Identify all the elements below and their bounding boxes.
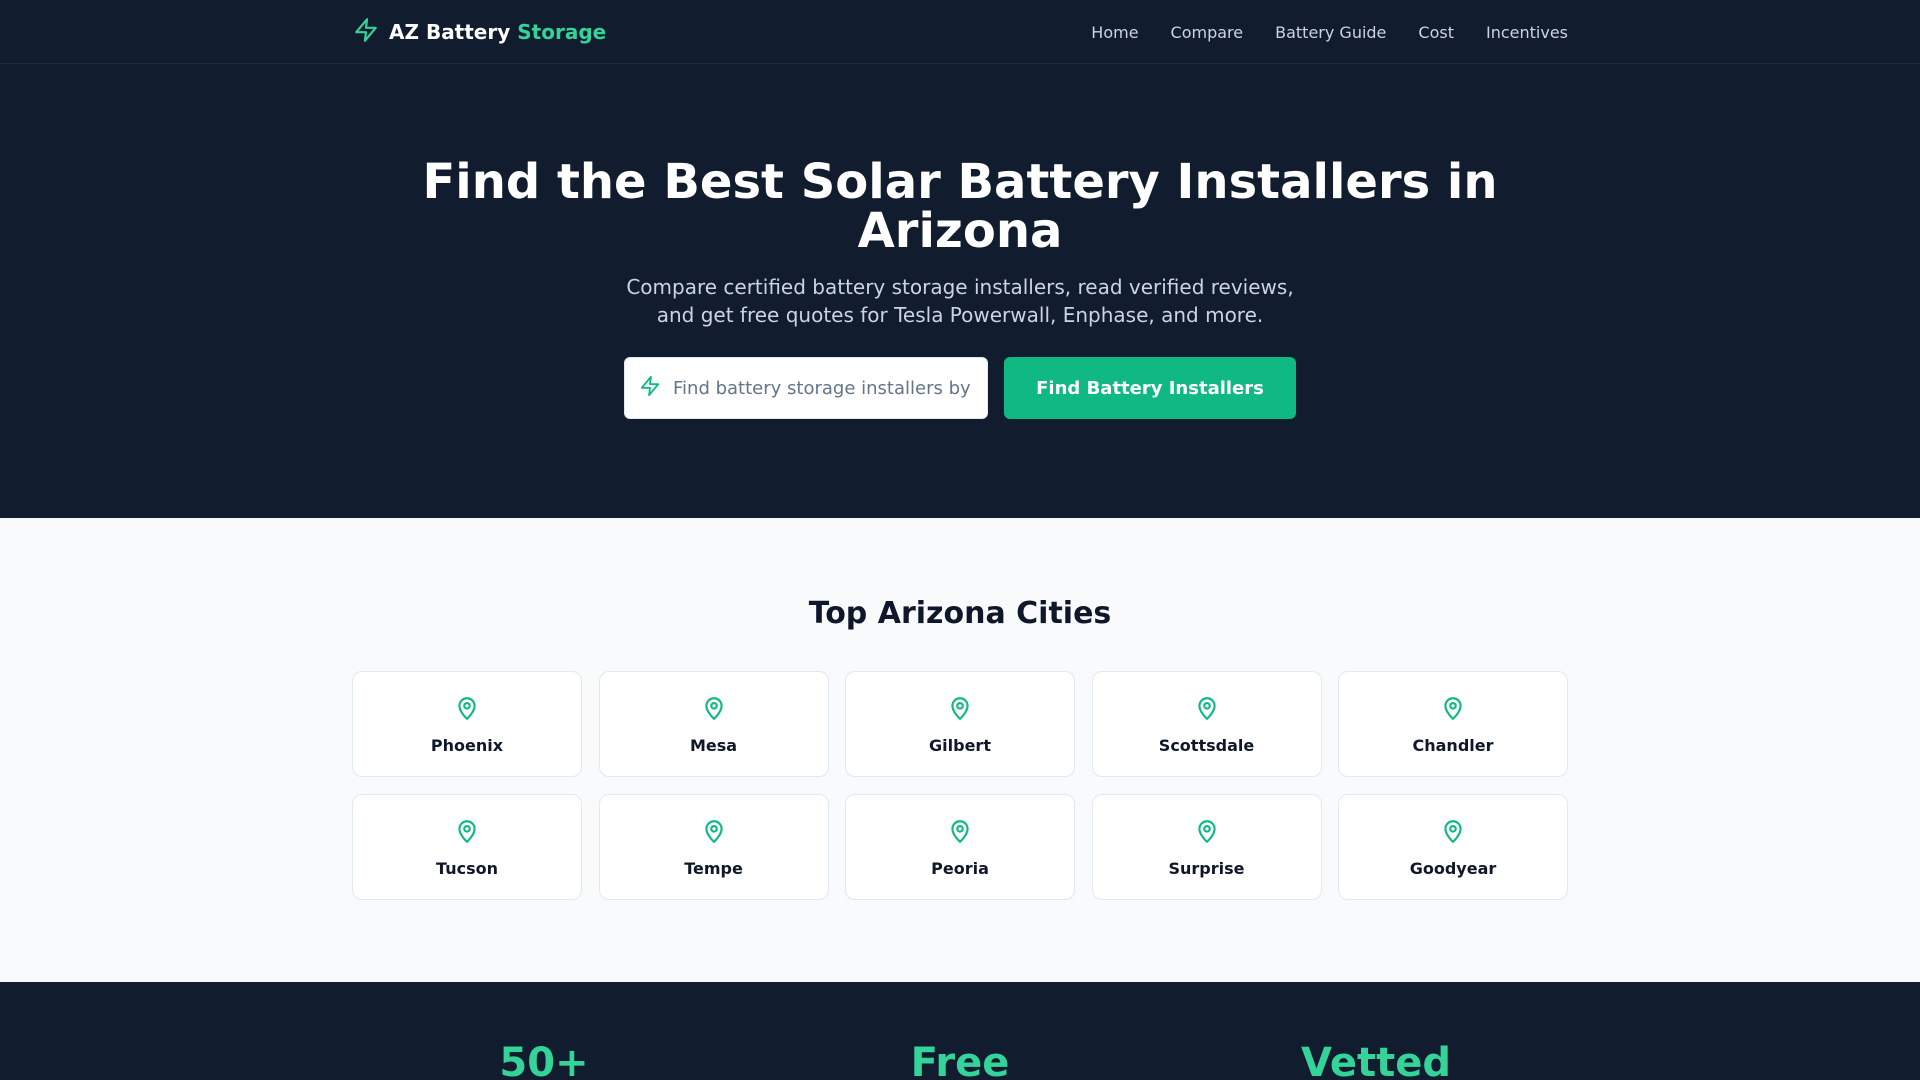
brand-name: AZ Battery bbox=[389, 20, 511, 44]
city-card-scottsdale[interactable]: Scottsdale bbox=[1091, 671, 1322, 777]
map-pin-icon bbox=[947, 817, 973, 849]
city-card-surprise[interactable]: Surprise bbox=[1091, 794, 1322, 900]
city-label: Goodyear bbox=[1409, 858, 1497, 878]
map-pin-icon bbox=[1194, 817, 1220, 849]
hero-subtitle: Compare certified battery storage instal… bbox=[626, 275, 1294, 327]
find-installers-button[interactable]: Find Battery Installers bbox=[1004, 357, 1296, 419]
search-box bbox=[624, 357, 988, 419]
map-pin-icon bbox=[454, 817, 480, 849]
brand-logo[interactable]: AZ Battery Storage bbox=[353, 15, 606, 50]
top-nav: AZ Battery Storage Home Compare Battery … bbox=[0, 0, 1920, 64]
nav-links: Home Compare Battery Guide Cost Incentiv… bbox=[1091, 23, 1568, 42]
bolt-icon bbox=[353, 15, 379, 50]
city-card-peoria[interactable]: Peoria bbox=[845, 794, 1075, 900]
city-card-tucson[interactable]: Tucson bbox=[352, 794, 582, 900]
stat-free: Free bbox=[910, 1040, 1010, 1080]
map-pin-icon bbox=[947, 694, 973, 726]
hero-title: Find the Best Solar Battery Installers i… bbox=[422, 154, 1498, 259]
cities-section: Top Arizona Cities Phoenix Mesa Gilbert … bbox=[0, 518, 1920, 982]
nav-link-compare[interactable]: Compare bbox=[1171, 23, 1244, 42]
city-label: Tucson bbox=[436, 858, 498, 878]
search-input[interactable] bbox=[673, 377, 973, 399]
nav-link-home[interactable]: Home bbox=[1091, 23, 1138, 42]
city-label: Surprise bbox=[1168, 858, 1245, 878]
city-label: Chandler bbox=[1412, 735, 1494, 755]
stats-section: 50+ Free Vetted bbox=[0, 982, 1920, 1080]
bolt-icon bbox=[639, 375, 661, 401]
city-label: Gilbert bbox=[929, 735, 991, 755]
city-card-tempe[interactable]: Tempe bbox=[598, 794, 829, 900]
city-label: Tempe bbox=[684, 858, 743, 878]
nav-inner: AZ Battery Storage Home Compare Battery … bbox=[353, 0, 1568, 64]
stat-vetted: Vetted bbox=[1301, 1040, 1451, 1080]
nav-link-battery-guide[interactable]: Battery Guide bbox=[1275, 23, 1386, 42]
map-pin-icon bbox=[1440, 694, 1466, 726]
map-pin-icon bbox=[701, 817, 727, 849]
city-label: Mesa bbox=[689, 735, 738, 755]
city-card-phoenix[interactable]: Phoenix bbox=[352, 671, 582, 777]
city-grid: Phoenix Mesa Gilbert Scottsdale Chandler… bbox=[352, 671, 1568, 900]
city-card-gilbert[interactable]: Gilbert bbox=[845, 671, 1075, 777]
map-pin-icon bbox=[454, 694, 480, 726]
city-card-chandler[interactable]: Chandler bbox=[1338, 671, 1568, 777]
brand-accent: Storage bbox=[517, 20, 607, 44]
cities-heading: Top Arizona Cities bbox=[808, 596, 1112, 631]
search-row: Find Battery Installers bbox=[0, 357, 1920, 419]
city-label: Peoria bbox=[931, 858, 989, 878]
city-card-goodyear[interactable]: Goodyear bbox=[1338, 794, 1568, 900]
city-card-mesa[interactable]: Mesa bbox=[598, 671, 829, 777]
nav-link-cost[interactable]: Cost bbox=[1418, 23, 1454, 42]
map-pin-icon bbox=[1194, 694, 1220, 726]
city-label: Phoenix bbox=[430, 735, 504, 755]
map-pin-icon bbox=[1440, 817, 1466, 849]
city-label: Scottsdale bbox=[1158, 735, 1255, 755]
stat-installers: 50+ bbox=[499, 1040, 589, 1080]
nav-link-incentives[interactable]: Incentives bbox=[1486, 23, 1568, 42]
map-pin-icon bbox=[701, 694, 727, 726]
hero-section: Find the Best Solar Battery Installers i… bbox=[0, 64, 1920, 518]
